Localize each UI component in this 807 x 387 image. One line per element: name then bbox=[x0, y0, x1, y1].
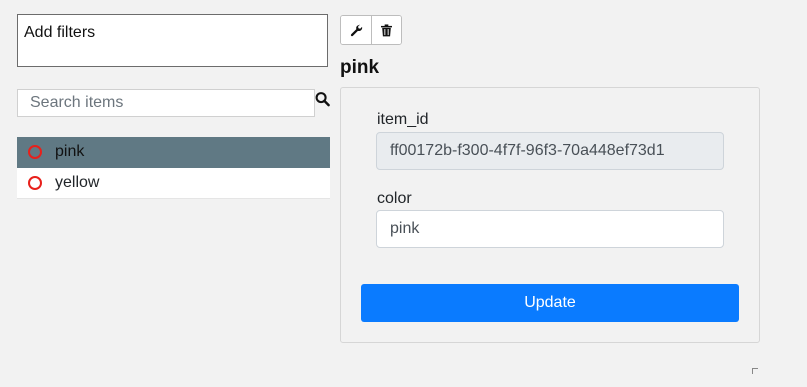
color-label: color bbox=[377, 190, 412, 207]
item-list: pink yellow bbox=[17, 137, 330, 199]
edit-button[interactable] bbox=[341, 16, 371, 44]
app-root: Add filters pink yellow bbox=[0, 0, 807, 387]
search-input[interactable] bbox=[17, 89, 315, 117]
add-filters-label: Add filters bbox=[24, 24, 96, 41]
wrench-icon bbox=[350, 24, 362, 36]
detail-toolbar bbox=[340, 15, 402, 45]
list-item-label: pink bbox=[55, 143, 85, 160]
item-id-label: item_id bbox=[377, 111, 429, 128]
detail-title: pink bbox=[340, 57, 380, 78]
resize-handle[interactable] bbox=[752, 368, 758, 374]
list-item[interactable]: yellow bbox=[17, 168, 330, 199]
status-ring-icon bbox=[28, 145, 42, 159]
detail-form-card: item_id color Update bbox=[340, 87, 760, 343]
status-ring-icon bbox=[28, 176, 42, 190]
list-item[interactable]: pink bbox=[17, 137, 330, 168]
trash-icon bbox=[381, 23, 392, 36]
item-id-field[interactable] bbox=[376, 132, 724, 170]
delete-button[interactable] bbox=[371, 16, 401, 44]
color-field[interactable] bbox=[376, 210, 724, 248]
add-filters-box[interactable]: Add filters bbox=[17, 14, 328, 67]
search-bar bbox=[17, 89, 330, 117]
list-item-label: yellow bbox=[55, 174, 100, 191]
update-button[interactable]: Update bbox=[361, 284, 739, 322]
search-icon[interactable] bbox=[315, 91, 330, 107]
